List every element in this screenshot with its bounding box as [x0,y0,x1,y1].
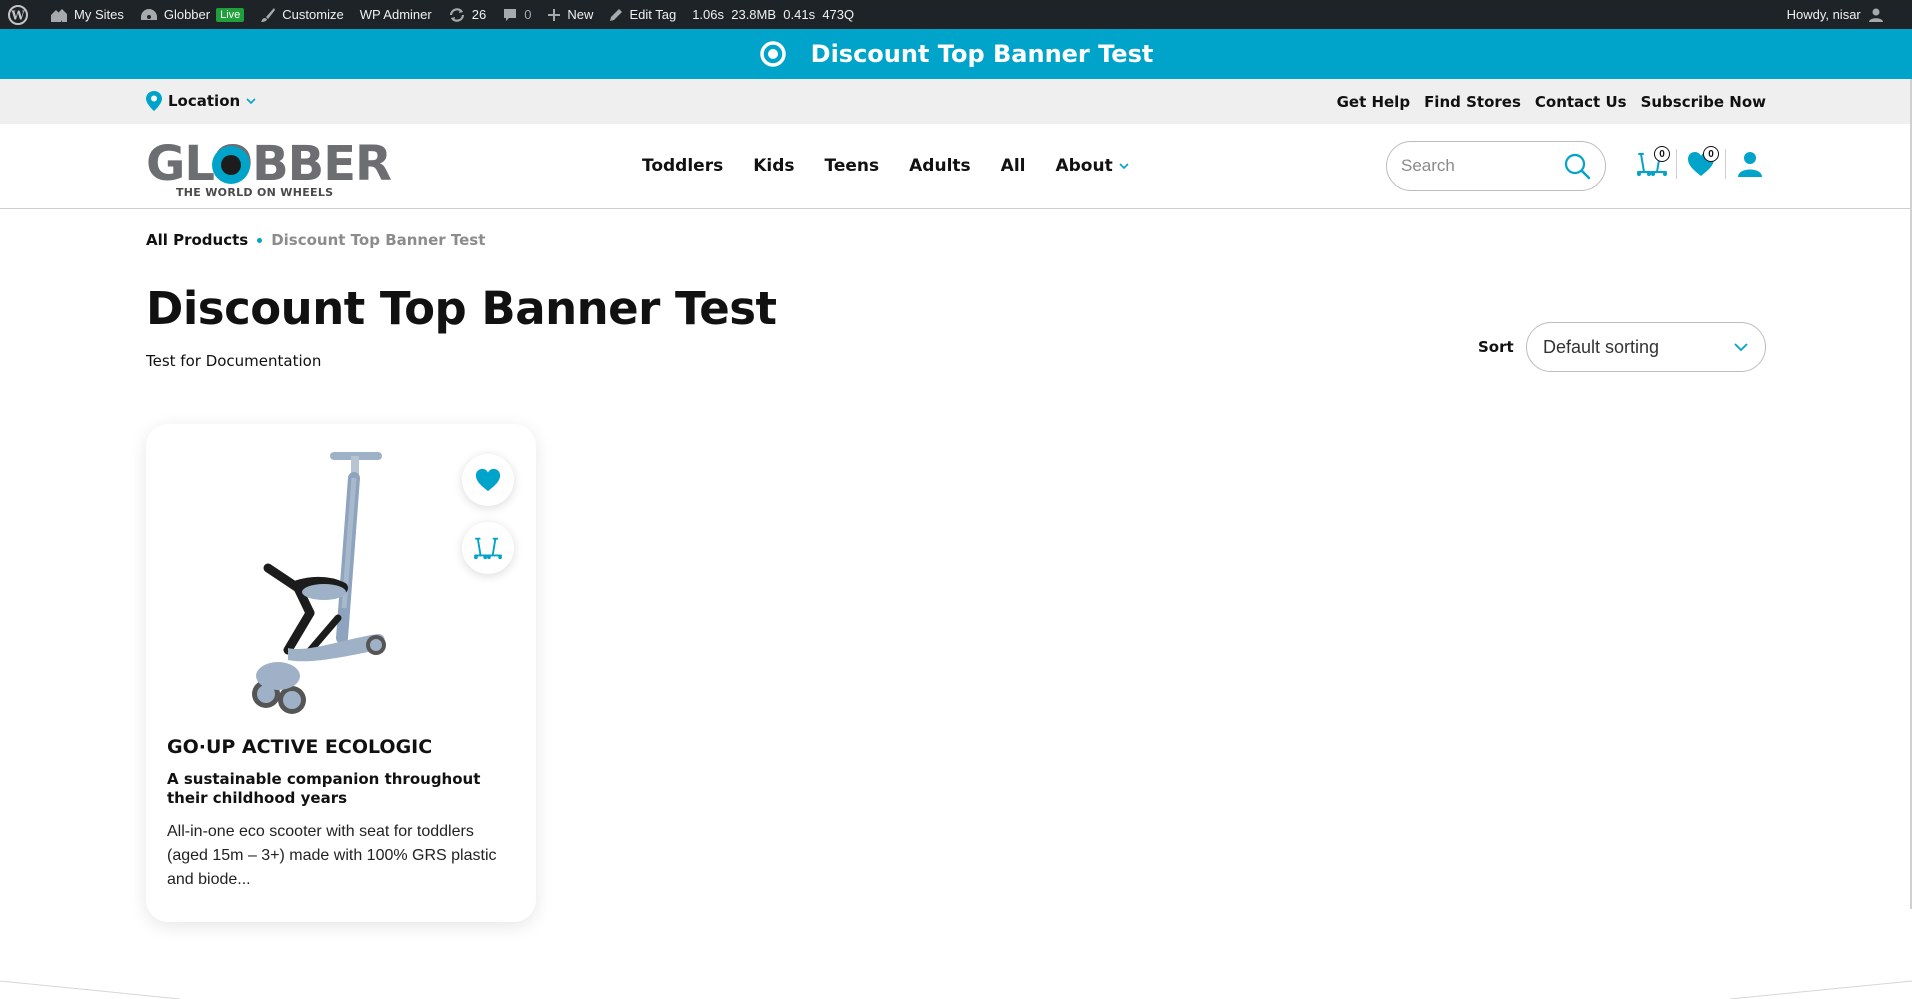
breadcrumb-separator [257,237,263,243]
compare-count-badge: 0 [1654,146,1670,162]
add-to-compare-button[interactable] [462,522,514,574]
add-to-wishlist-button[interactable] [462,454,514,506]
comments-link[interactable]: 0 [494,0,539,29]
product-name[interactable]: GO·UP ACTIVE ECOLOGIC [167,736,432,758]
perf-time: 1.06s [692,7,724,22]
breadcrumb-all-products[interactable]: All Products [146,231,248,249]
category-description: Test for Documentation [146,352,322,370]
wp-adminer-label: WP Adminer [359,7,432,22]
find-stores-link[interactable]: Find Stores [1424,93,1521,111]
product-description: All-in-one eco scooter with seat for tod… [167,823,497,888]
edit-tag-label: Edit Tag [629,7,677,22]
wishlist-count-badge: 0 [1703,146,1719,162]
site-header: GLOBBER THE WORLD ON WHEELS Toddlers Kid… [0,124,1912,209]
utility-links: Get Help Find Stores Contact Us Subscrib… [1337,93,1766,111]
comment-icon [504,8,517,21]
chevron-down-icon [1119,162,1129,169]
comments-count: 0 [524,7,532,22]
main-navigation: Toddlers Kids Teens Adults All About [642,156,1129,176]
get-help-link[interactable]: Get Help [1337,93,1410,111]
wp-adminer-link[interactable]: WP Adminer [352,0,440,29]
site-name-label: Globber [163,7,211,22]
location-selector[interactable]: Location [146,91,262,111]
compare-button[interactable]: 0 [1628,144,1676,184]
chevron-down-icon [246,97,256,104]
new-content-menu[interactable]: New [539,0,601,29]
footer-curve-divider [0,980,1912,999]
logo-wordmark: GLOBBER [146,136,392,192]
breadcrumb: All Products Discount Top Banner Test [146,231,485,249]
utility-bar: Location Get Help Find Stores Contact Us… [0,79,1912,124]
globber-logo[interactable]: GLOBBER THE WORLD ON WHEELS [146,138,392,199]
updates-icon [449,7,464,22]
product-subtitle: A sustainable companion throughout their… [167,770,481,807]
page-title: Discount Top Banner Test [146,282,777,335]
search-icon[interactable] [1563,152,1591,180]
logo-tagline: THE WORLD ON WHEELS [176,186,334,199]
new-label: New [567,7,594,22]
sort-select-value: Default sorting [1543,336,1660,357]
updates-link[interactable]: 26 [440,0,494,29]
user-icon [1738,152,1762,177]
breadcrumb-current: Discount Top Banner Test [271,231,486,249]
pencil-icon [610,8,623,21]
sort-select[interactable]: Default sorting [1526,322,1766,372]
location-label: Location [168,92,241,110]
wp-admin-bar: W My Sites Globber Live Customize WP Adm… [0,0,1912,29]
scooter-product-image[interactable] [238,438,438,718]
my-sites-label: My Sites [74,7,124,22]
logo-wheel-mark [212,146,250,184]
perf-db-time: 0.41s [783,7,816,22]
live-badge: Live [216,7,245,22]
account-menu[interactable]: Howdy, nisar [1779,0,1912,29]
location-pin-icon [146,91,162,111]
header-icons: 0 0 [1628,144,1774,184]
user-avatar-icon [1869,8,1883,22]
query-monitor-stats[interactable]: 1.06s 23.8MB 0.41s 473Q [684,0,862,29]
perf-queries: 473Q [822,7,855,22]
plus-icon [548,8,561,21]
search-box [1386,141,1606,191]
compare-scooters-icon [474,537,502,560]
nav-item-toddlers[interactable]: Toddlers [642,156,723,176]
nav-item-about[interactable]: About [1055,156,1129,176]
banner-title: Discount Top Banner Test [810,40,1154,68]
wishlist-button[interactable]: 0 [1677,144,1725,184]
contact-us-link[interactable]: Contact Us [1535,93,1627,111]
search-input[interactable] [1401,156,1551,176]
site-name-menu[interactable]: Globber Live [132,0,252,29]
howdy-label: Howdy, nisar [1786,7,1861,22]
brush-icon [261,7,276,22]
nav-item-all[interactable]: All [1001,156,1026,176]
sites-icon [51,8,67,22]
banner-ring-icon [759,41,786,67]
sort-label: Sort [1478,338,1514,356]
nav-item-about-label: About [1055,156,1113,176]
wordpress-logo-icon[interactable]: W [0,0,42,29]
updates-count: 26 [471,7,487,22]
nav-item-adults[interactable]: Adults [909,156,971,176]
account-button[interactable] [1726,144,1774,184]
heart-icon [475,468,501,492]
subscribe-now-link[interactable]: Subscribe Now [1641,93,1766,111]
svg-text:W: W [10,8,25,22]
dashboard-icon [140,8,157,20]
perf-memory: 23.8MB [731,7,777,22]
product-card[interactable]: GO·UP ACTIVE ECOLOGIC A sustainable comp… [146,424,536,922]
customize-link[interactable]: Customize [252,0,351,29]
discount-top-banner: Discount Top Banner Test [0,29,1912,79]
customize-label: Customize [282,7,344,22]
edit-tag-link[interactable]: Edit Tag [601,0,684,29]
chevron-down-icon [1734,343,1748,352]
my-sites-menu[interactable]: My Sites [42,0,132,29]
nav-item-teens[interactable]: Teens [825,156,880,176]
nav-item-kids[interactable]: Kids [753,156,794,176]
